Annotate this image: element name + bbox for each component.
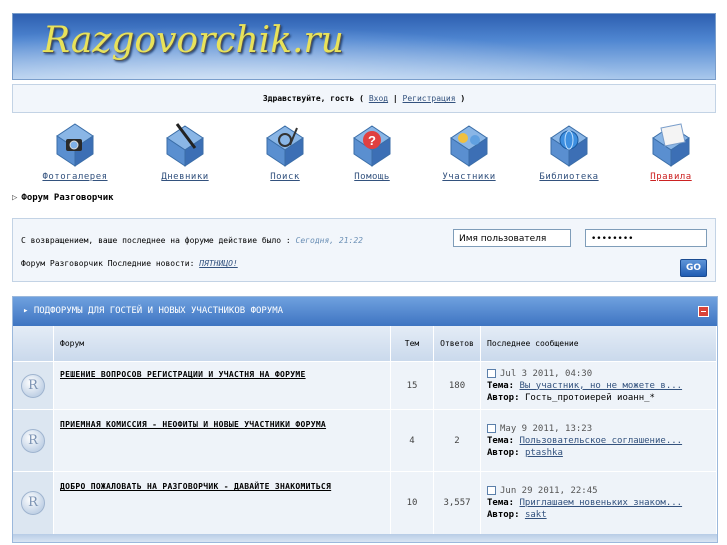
topic-label: Тема: — [487, 497, 515, 508]
table-header-row: Форум Тем Ответов Последнее сообщение — [13, 326, 717, 362]
forum-read-icon: R — [21, 428, 45, 453]
forum-name-cell: ПРИЕМНАЯ КОМИССИЯ - НЕОФИТЫ И НОВЫЕ УЧАС… — [53, 409, 391, 472]
col-forum: Форум — [53, 326, 391, 362]
author-label: Автор: — [487, 509, 520, 520]
last-post-topic-link[interactable]: Приглашаем новеньких знаком... — [520, 498, 683, 508]
last-post-icon[interactable] — [487, 368, 496, 378]
last-visit-label: С возвращением, ваше последнее на форуме… — [21, 236, 296, 245]
forum-category: ▸ ПОДФОРУМЫ ДЛЯ ГОСТЕЙ И НОВЫХ УЧАСТНИКО… — [12, 296, 718, 543]
help-icon: ? — [353, 125, 391, 167]
forum-name-cell: ДОБРО ПОЖАЛОВАТЬ НА РАЗГОВОРЧИК - ДАВАЙТ… — [53, 471, 391, 534]
forum-link[interactable]: РЕШЕНИЕ ВОПРОСОВ РЕГИСТРАЦИИ И УЧАСТНЯ Н… — [60, 370, 306, 379]
nav-item-search[interactable]: Поиск — [240, 122, 330, 182]
replies-count: 180 — [433, 361, 481, 410]
topics-count: 10 — [390, 471, 434, 534]
site-banner: Razgovorchik.ru — [12, 13, 716, 80]
nav-item-rules[interactable]: Правила — [626, 122, 716, 182]
separator: | — [388, 94, 403, 103]
topic-label: Тема: — [487, 435, 515, 446]
table-row: R ДОБРО ПОЖАЛОВАТЬ НА РАЗГОВОРЧИК - ДАВА… — [13, 471, 717, 534]
author-label: Автор: — [487, 392, 520, 403]
svg-text:?: ? — [368, 133, 376, 148]
table-row: R ПРИЕМНАЯ КОМИССИЯ - НЕОФИТЫ И НОВЫЕ УЧ… — [13, 409, 717, 472]
members-icon — [450, 125, 488, 167]
nav-item-help[interactable]: ? Помощь — [327, 122, 417, 182]
last-post-date: May 9 2011, 13:23 — [500, 423, 593, 434]
site-logo[interactable]: Razgovorchik.ru — [43, 20, 344, 61]
last-post-topic-link[interactable]: Пользовательское соглашение... — [520, 436, 683, 446]
category-title[interactable]: ПОДФОРУМЫ ДЛЯ ГОСТЕЙ И НОВЫХ УЧАСТНИКОВ … — [34, 306, 283, 316]
last-post-cell: Jul 3 2011, 04:30 Тема: Вы участник, но … — [480, 361, 717, 410]
category-arrow-icon: ▸ — [23, 306, 34, 316]
username-input[interactable]: Имя пользователя — [453, 229, 571, 247]
greeting-text: Здравствуйте, гость ( — [262, 94, 369, 103]
nav-label-photogallery[interactable]: Фотогалерея — [30, 172, 120, 182]
nav-label-members[interactable]: Участники — [424, 172, 514, 182]
forum-name-cell: РЕШЕНИЕ ВОПРОСОВ РЕГИСТРАЦИИ И УЧАСТНЯ Н… — [53, 361, 391, 410]
camera-icon — [56, 123, 94, 167]
last-visit-time: Сегодня, 21:22 — [295, 236, 363, 245]
last-post-icon[interactable] — [487, 423, 496, 433]
col-icon — [13, 326, 54, 362]
topic-label: Тема: — [487, 380, 515, 391]
nav-item-library[interactable]: Библиотека — [524, 122, 614, 182]
news-label: Форум Разговорчик Последние новости: — [21, 259, 200, 268]
topics-count: 4 — [390, 409, 434, 472]
last-visit-text: С возвращением, ваше последнее на форуме… — [21, 235, 391, 247]
col-last-post: Последнее сообщение — [480, 326, 717, 362]
forum-status-cell: R — [13, 361, 54, 410]
forum-read-icon: R — [21, 373, 45, 398]
forum-read-icon: R — [21, 490, 45, 515]
last-post-icon[interactable] — [487, 485, 496, 495]
forum-link[interactable]: ДОБРО ПОЖАЛОВАТЬ НА РАЗГОВОРЧИК - ДАВАЙТ… — [60, 482, 331, 491]
notepad-icon — [652, 123, 690, 167]
register-link[interactable]: Регистрация — [403, 94, 456, 103]
news-line: Форум Разговорчик Последние новости: ПЯТ… — [21, 259, 238, 268]
topics-count: 15 — [390, 361, 434, 410]
col-replies: Ответов — [433, 326, 481, 362]
last-post-author[interactable]: ptashka — [525, 448, 563, 458]
login-link[interactable]: Вход — [369, 94, 388, 103]
pen-icon — [166, 123, 204, 167]
breadcrumb-forum[interactable]: Форум Разговорчик — [21, 193, 113, 203]
category-header: ▸ ПОДФОРУМЫ ДЛЯ ГОСТЕЙ И НОВЫХ УЧАСТНИКО… — [13, 297, 717, 326]
nav-item-members[interactable]: Участники — [424, 122, 514, 182]
replies-count: 3,557 — [433, 471, 481, 534]
forum-table: Форум Тем Ответов Последнее сообщение R … — [13, 326, 717, 534]
last-post-cell: Jun 29 2011, 22:45 Тема: Приглашаем нове… — [480, 471, 717, 534]
author-label: Автор: — [487, 447, 520, 458]
news-link[interactable]: ПЯТНИЦО! — [199, 259, 238, 268]
table-row: R РЕШЕНИЕ ВОПРОСОВ РЕГИСТРАЦИИ И УЧАСТНЯ… — [13, 361, 717, 410]
collapse-icon[interactable] — [698, 306, 709, 317]
nav-label-help[interactable]: Помощь — [327, 172, 417, 182]
nav-label-diaries[interactable]: Дневники — [140, 172, 230, 182]
go-button[interactable]: GO — [680, 259, 707, 277]
breadcrumb: ▷ Форум Разговорчик — [12, 193, 114, 203]
close-paren: ) — [455, 94, 466, 103]
last-post-date: Jun 29 2011, 22:45 — [500, 485, 598, 496]
forum-link[interactable]: ПРИЕМНАЯ КОМИССИЯ - НЕОФИТЫ И НОВЫЕ УЧАС… — [60, 420, 326, 429]
forum-status-cell: R — [13, 409, 54, 472]
category-footer — [13, 533, 717, 542]
last-post-topic-link[interactable]: Вы участник, но не можете в... — [520, 381, 683, 391]
last-post-date: Jul 3 2011, 04:30 — [500, 368, 593, 379]
forum-status-cell: R — [13, 471, 54, 534]
welcome-bar: Здравствуйте, гость ( Вход | Регистрация… — [12, 84, 716, 113]
password-input[interactable]: •••••••• — [585, 229, 707, 247]
replies-count: 2 — [433, 409, 481, 472]
login-box: С возвращением, ваше последнее на форуме… — [12, 218, 716, 282]
last-post-author: Гость_протоиерей иоанн_* — [524, 392, 655, 403]
icon-nav: Фотогалерея Дневники Поиск ? Помощь Учас… — [12, 112, 716, 182]
col-topics: Тем — [390, 326, 434, 362]
nav-label-rules[interactable]: Правила — [626, 172, 716, 182]
last-post-author[interactable]: sakt — [525, 510, 547, 520]
last-post-cell: May 9 2011, 13:23 Тема: Пользовательское… — [480, 409, 717, 472]
nav-item-diaries[interactable]: Дневники — [140, 122, 230, 182]
nav-item-photogallery[interactable]: Фотогалерея — [30, 122, 120, 182]
nav-label-library[interactable]: Библиотека — [524, 172, 614, 182]
globe-icon — [550, 125, 588, 167]
breadcrumb-arrow-icon: ▷ — [12, 193, 18, 203]
nav-label-search[interactable]: Поиск — [240, 172, 330, 182]
search-icon — [266, 125, 304, 167]
